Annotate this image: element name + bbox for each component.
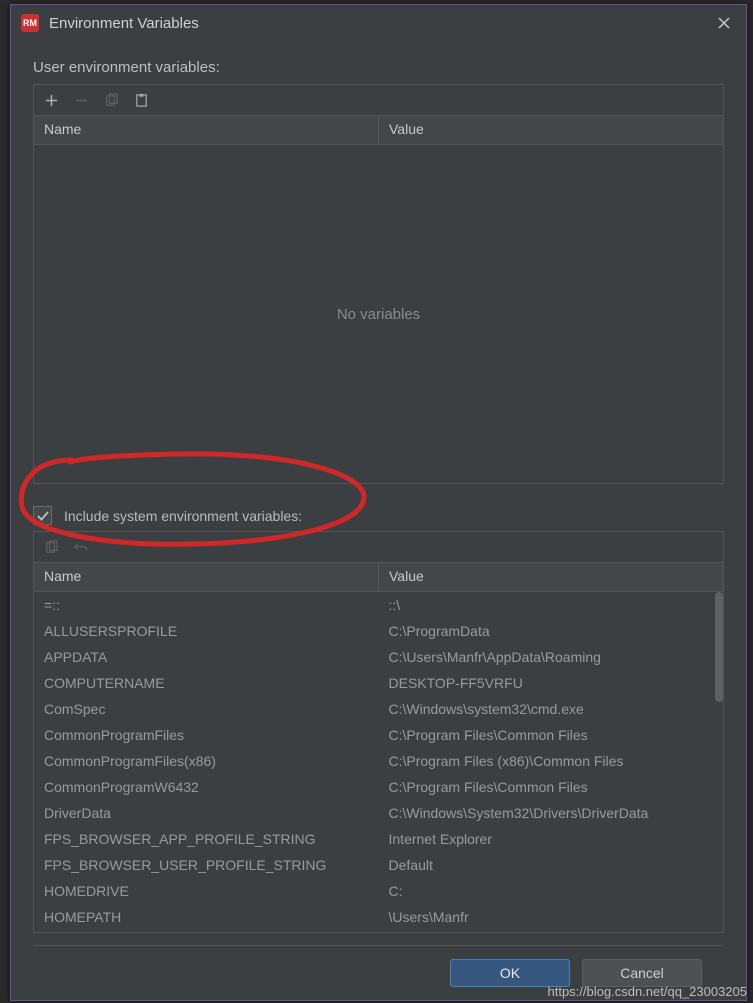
var-name-cell: CommonProgramW6432 bbox=[34, 779, 379, 795]
user-vars-table: Name Value No variables bbox=[33, 115, 724, 484]
var-name-cell: ALLUSERSPROFILE bbox=[34, 623, 379, 639]
table-row[interactable]: HOMEDRIVEC: bbox=[34, 878, 723, 904]
sys-copy-button[interactable] bbox=[40, 536, 62, 558]
titlebar: RM Environment Variables bbox=[11, 5, 746, 41]
sys-col-name[interactable]: Name bbox=[34, 563, 379, 591]
var-name-cell: ComSpec bbox=[34, 701, 379, 717]
dialog-title: Environment Variables bbox=[49, 15, 712, 32]
var-value-cell: Internet Explorer bbox=[379, 831, 724, 847]
sys-undo-button[interactable] bbox=[70, 536, 92, 558]
scrollbar-track[interactable] bbox=[715, 592, 723, 932]
table-row[interactable]: HOMEPATH\Users\Manfr bbox=[34, 904, 723, 930]
var-value-cell: ::\ bbox=[379, 597, 724, 613]
var-value-cell: DESKTOP-FF5VRFU bbox=[379, 675, 724, 691]
table-row[interactable]: FPS_BROWSER_APP_PROFILE_STRINGInternet E… bbox=[34, 826, 723, 852]
checkmark-icon bbox=[37, 510, 49, 522]
remove-button[interactable] bbox=[70, 89, 92, 111]
user-vars-label: User environment variables: bbox=[33, 59, 724, 76]
ok-button[interactable]: OK bbox=[450, 959, 570, 987]
dialog-content: User environment variables: Name Value N… bbox=[11, 41, 746, 1000]
var-value-cell: \Users\Manfr bbox=[379, 909, 724, 925]
plus-icon bbox=[44, 93, 59, 108]
var-name-cell: APPDATA bbox=[34, 649, 379, 665]
add-button[interactable] bbox=[40, 89, 62, 111]
clipboard-icon bbox=[134, 93, 149, 108]
var-name-cell: FPS_BROWSER_USER_PROFILE_STRING bbox=[34, 857, 379, 873]
var-value-cell: C:\Windows\System32\Drivers\DriverData bbox=[379, 805, 724, 821]
table-row[interactable]: CommonProgramFiles(x86)C:\Program Files … bbox=[34, 748, 723, 774]
environment-variables-dialog: RM Environment Variables User environmen… bbox=[10, 4, 747, 1001]
include-system-label: Include system environment variables: bbox=[64, 508, 302, 524]
var-value-cell: Default bbox=[379, 857, 724, 873]
var-value-cell: C: bbox=[379, 883, 724, 899]
table-row[interactable]: ALLUSERSPROFILEC:\ProgramData bbox=[34, 618, 723, 644]
var-value-cell: C:\Program Files (x86)\Common Files bbox=[379, 753, 724, 769]
sys-vars-header: Name Value bbox=[34, 563, 723, 592]
sys-vars-body[interactable]: =::::\ALLUSERSPROFILEC:\ProgramDataAPPDA… bbox=[34, 592, 723, 932]
user-col-value[interactable]: Value bbox=[379, 116, 723, 144]
var-name-cell: HOMEPATH bbox=[34, 909, 379, 925]
undo-icon bbox=[74, 540, 89, 555]
copy-icon bbox=[104, 93, 119, 108]
close-icon bbox=[718, 17, 730, 29]
var-name-cell: HOMEDRIVE bbox=[34, 883, 379, 899]
table-row[interactable]: FPS_BROWSER_USER_PROFILE_STRINGDefault bbox=[34, 852, 723, 878]
sys-vars-toolbar bbox=[33, 531, 724, 562]
minus-icon bbox=[74, 93, 89, 108]
var-value-cell: C:\Program Files\Common Files bbox=[379, 727, 724, 743]
table-row[interactable]: DriverDataC:\Windows\System32\Drivers\Dr… bbox=[34, 800, 723, 826]
paste-button[interactable] bbox=[130, 89, 152, 111]
var-name-cell: CommonProgramFiles bbox=[34, 727, 379, 743]
close-button[interactable] bbox=[712, 11, 736, 35]
sys-col-value[interactable]: Value bbox=[379, 563, 723, 591]
user-vars-body[interactable]: No variables bbox=[34, 145, 723, 483]
var-name-cell: DriverData bbox=[34, 805, 379, 821]
include-system-row: Include system environment variables: bbox=[33, 506, 724, 525]
var-value-cell: C:\ProgramData bbox=[379, 623, 724, 639]
table-row[interactable]: ComSpecC:\Windows\system32\cmd.exe bbox=[34, 696, 723, 722]
var-value-cell: C:\Windows\system32\cmd.exe bbox=[379, 701, 724, 717]
var-name-cell: COMPUTERNAME bbox=[34, 675, 379, 691]
copy-icon bbox=[44, 540, 59, 555]
table-row[interactable]: COMPUTERNAMEDESKTOP-FF5VRFU bbox=[34, 670, 723, 696]
sys-vars-table: Name Value =::::\ALLUSERSPROFILEC:\Progr… bbox=[33, 562, 724, 933]
var-value-cell: C:\Program Files\Common Files bbox=[379, 779, 724, 795]
copy-button[interactable] bbox=[100, 89, 122, 111]
var-name-cell: =:: bbox=[34, 597, 379, 613]
var-value-cell: C:\Users\Manfr\AppData\Roaming bbox=[379, 649, 724, 665]
cancel-button[interactable]: Cancel bbox=[582, 959, 702, 987]
table-row[interactable]: CommonProgramFilesC:\Program Files\Commo… bbox=[34, 722, 723, 748]
app-icon: RM bbox=[21, 14, 39, 32]
no-variables-text: No variables bbox=[337, 306, 420, 323]
table-row[interactable]: =::::\ bbox=[34, 592, 723, 618]
var-name-cell: FPS_BROWSER_APP_PROFILE_STRING bbox=[34, 831, 379, 847]
table-row[interactable]: APPDATAC:\Users\Manfr\AppData\Roaming bbox=[34, 644, 723, 670]
user-col-name[interactable]: Name bbox=[34, 116, 379, 144]
table-row[interactable]: CommonProgramW6432C:\Program Files\Commo… bbox=[34, 774, 723, 800]
include-system-checkbox[interactable] bbox=[33, 506, 52, 525]
user-vars-toolbar bbox=[33, 84, 724, 115]
watermark: https://blog.csdn.net/qq_23003205 bbox=[548, 984, 748, 999]
scrollbar-thumb[interactable] bbox=[715, 592, 723, 702]
user-vars-header: Name Value bbox=[34, 116, 723, 145]
var-name-cell: CommonProgramFiles(x86) bbox=[34, 753, 379, 769]
